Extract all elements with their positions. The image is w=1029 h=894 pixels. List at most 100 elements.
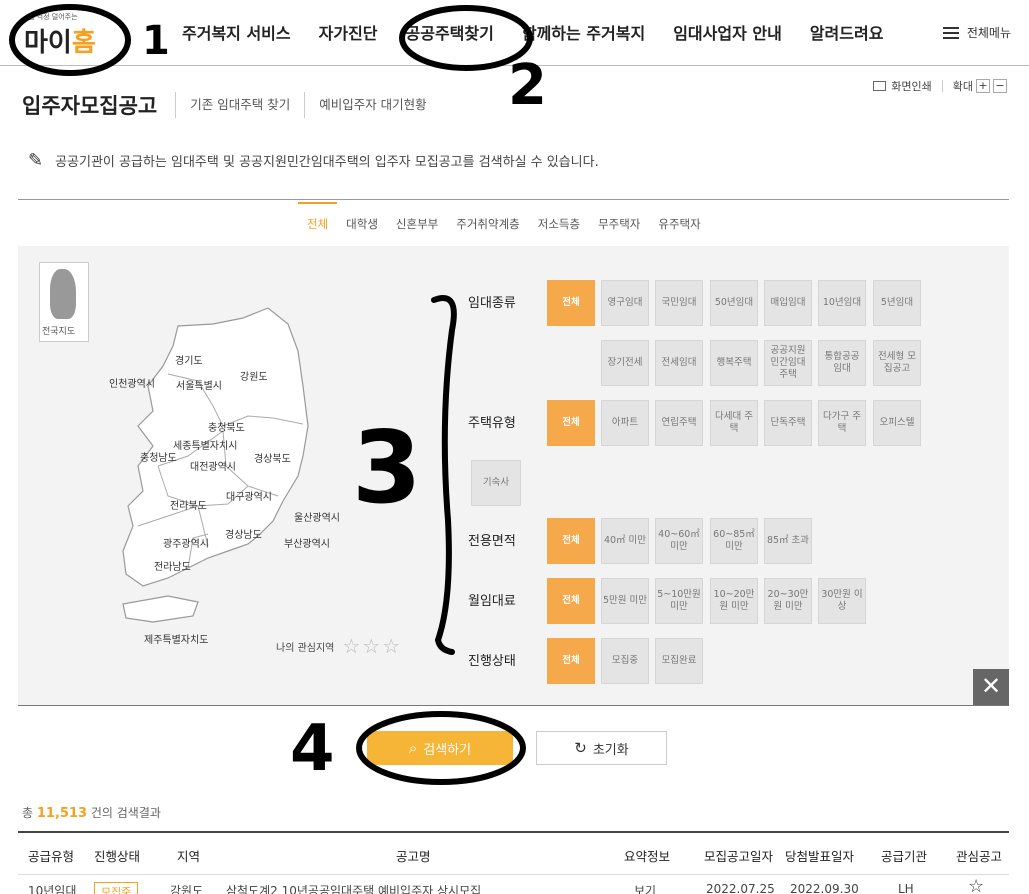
region-busan[interactable]: 부산광역시 bbox=[284, 535, 330, 550]
main-nav: 주거복지 서비스 자가진단 공공주택찾기 함께하는 주거복지 임대사업자 안내 … bbox=[182, 20, 911, 44]
page-tools: 화면인쇄 확대 + − bbox=[873, 78, 1007, 94]
nav-self-diagnosis[interactable]: 자가진단 bbox=[319, 20, 378, 44]
status-option[interactable]: 모집중 bbox=[601, 638, 649, 684]
tab-newlywed[interactable]: 신혼부부 bbox=[387, 210, 447, 238]
area-option[interactable]: 60~85㎡ 미만 bbox=[710, 518, 758, 564]
star-icon[interactable]: ☆ bbox=[342, 634, 360, 658]
print-button[interactable]: 화면인쇄 bbox=[891, 78, 931, 94]
region-seoul[interactable]: 서울특별시 bbox=[176, 377, 222, 392]
sublink-waiting-status[interactable]: 예비입주자 대기현황 bbox=[304, 92, 440, 118]
region-gangwon[interactable]: 강원도 bbox=[240, 368, 268, 383]
rental-type-option[interactable]: 전세형 모집공고 bbox=[873, 340, 921, 386]
status-option[interactable]: 모집완료 bbox=[655, 638, 703, 684]
rental-type-option[interactable]: 공공지원 민간임대 주택 bbox=[764, 340, 812, 386]
rental-type-option[interactable]: 5년임대 bbox=[873, 280, 921, 326]
zoom-out-button[interactable]: − bbox=[993, 79, 1007, 93]
close-filter-button[interactable]: ✕ bbox=[973, 669, 1009, 705]
area-option[interactable]: 85㎡ 초과 bbox=[764, 518, 812, 564]
region-ulsan[interactable]: 울산광역시 bbox=[294, 509, 340, 524]
tab-all[interactable]: 전체 bbox=[298, 202, 338, 238]
divider bbox=[18, 199, 1009, 200]
cell-title-link[interactable]: 삼척도계2 10년공공임대주택 예비입주자 상시모집 bbox=[226, 882, 481, 894]
count-suffix: 건의 검색결과 bbox=[90, 806, 161, 820]
my-region-label: 나의 관심지역 bbox=[276, 642, 335, 654]
nav-welfare-service[interactable]: 주거복지 서비스 bbox=[182, 20, 291, 44]
tab-low-income[interactable]: 저소득층 bbox=[529, 210, 589, 238]
reset-button-label: 초기화 bbox=[592, 741, 629, 757]
tab-student[interactable]: 대학생 bbox=[337, 210, 387, 238]
rental-type-option[interactable]: 장기전세 bbox=[601, 340, 649, 386]
rent-option[interactable]: 5만원 미만 bbox=[601, 578, 649, 624]
col-supply-type: 공급유형 bbox=[28, 849, 75, 864]
housing-type-option[interactable]: 다가구 주택 bbox=[818, 400, 866, 446]
table-row[interactable]: 10년임대 모집중 강원도 삼척도계2 10년공공임대주택 예비입주자 상시모집… bbox=[18, 876, 1009, 894]
rental-type-option[interactable]: 50년임대 bbox=[710, 280, 758, 326]
region-gyeonggi[interactable]: 경기도 bbox=[175, 352, 203, 367]
logo-name-b: 홈 bbox=[71, 28, 96, 58]
housing-type-option[interactable]: 기숙사 bbox=[471, 460, 521, 506]
favorite-star-icon[interactable]: ☆ bbox=[968, 876, 984, 894]
filter-label-rental-type: 임대종류 bbox=[468, 296, 516, 311]
region-map-panel: 전국지도 경기도 인천광역시 서울특별시 강원도 충청북도 세종특별자치시 충청… bbox=[18, 246, 433, 705]
star-icon[interactable]: ☆ bbox=[362, 634, 380, 658]
search-button-label: 검색하기 bbox=[423, 741, 472, 757]
nav-landlord-guide[interactable]: 임대사업자 안내 bbox=[673, 20, 782, 44]
status-option[interactable]: 전체 bbox=[547, 638, 595, 684]
rental-type-option[interactable]: 행복주택 bbox=[710, 340, 758, 386]
housing-type-option[interactable]: 아파트 bbox=[601, 400, 649, 446]
housing-type-option[interactable]: 오피스텔 bbox=[873, 400, 921, 446]
housing-type-option[interactable]: 단독주택 bbox=[764, 400, 812, 446]
tab-homeless[interactable]: 무주택자 bbox=[589, 210, 649, 238]
search-button[interactable]: ⌕ 검색하기 bbox=[367, 731, 513, 765]
star-icon[interactable]: ☆ bbox=[382, 634, 400, 658]
rent-option[interactable]: 10~20만원 미만 bbox=[710, 578, 758, 624]
area-option[interactable]: 40㎡ 미만 bbox=[601, 518, 649, 564]
rental-type-option[interactable]: 전세임대 bbox=[655, 340, 703, 386]
area-option[interactable]: 40~60㎡ 미만 bbox=[655, 518, 703, 564]
housing-type-option[interactable]: 전체 bbox=[547, 400, 595, 446]
rental-type-option[interactable]: 매입임대 bbox=[764, 280, 812, 326]
zoom-in-button[interactable]: + bbox=[976, 79, 990, 93]
nav-public-housing[interactable]: 공공주택찾기 bbox=[406, 20, 494, 44]
housing-type-option[interactable]: 연립주택 bbox=[655, 400, 703, 446]
region-incheon[interactable]: 인천광역시 bbox=[109, 375, 155, 390]
region-sejong[interactable]: 세종특별자치시 bbox=[173, 437, 237, 452]
region-jeonbuk[interactable]: 전라북도 bbox=[170, 497, 207, 512]
nav-together-welfare[interactable]: 함께하는 주거복지 bbox=[522, 20, 645, 44]
cell-winner-date: 2022.09.30 bbox=[790, 882, 859, 894]
rental-type-option[interactable]: 전체 bbox=[547, 280, 595, 326]
rental-type-option[interactable]: 통합공공 임대 bbox=[818, 340, 866, 386]
housing-type-option[interactable]: 다세대 주택 bbox=[710, 400, 758, 446]
region-daejeon[interactable]: 대전광역시 bbox=[190, 458, 236, 473]
all-menu-button[interactable]: 전체메뉴 bbox=[942, 24, 1011, 41]
tab-homeowner[interactable]: 유주택자 bbox=[649, 210, 709, 238]
summary-link[interactable]: 보기 bbox=[634, 882, 656, 894]
region-jeonnam[interactable]: 전라남도 bbox=[154, 558, 191, 573]
reset-button[interactable]: ↻ 초기화 bbox=[536, 731, 667, 765]
region-gyeongbuk[interactable]: 경상북도 bbox=[254, 450, 291, 465]
rental-type-option[interactable]: 영구임대 bbox=[601, 280, 649, 326]
rent-option[interactable]: 30만원 이상 bbox=[818, 578, 866, 624]
area-option[interactable]: 전체 bbox=[547, 518, 595, 564]
nav-notice[interactable]: 알려드려요 bbox=[810, 20, 884, 44]
rent-option[interactable]: 5~10만원 미만 bbox=[655, 578, 703, 624]
region-daegu[interactable]: 대구광역시 bbox=[226, 488, 272, 503]
nationwide-map-button[interactable]: 전국지도 bbox=[39, 262, 89, 342]
region-chungnam[interactable]: 충청남도 bbox=[140, 449, 177, 464]
region-jeju[interactable]: 제주특별자치도 bbox=[144, 631, 208, 646]
nationwide-map-label: 전국지도 bbox=[42, 327, 76, 337]
rent-option[interactable]: 20~30만원 미만 bbox=[764, 578, 812, 624]
rental-type-option[interactable]: 10년임대 bbox=[818, 280, 866, 326]
region-chungbuk[interactable]: 충청북도 bbox=[208, 419, 245, 434]
region-gyeongnam[interactable]: 경상남도 bbox=[225, 526, 262, 541]
col-region: 지역 bbox=[177, 849, 201, 864]
logo-name-a: 마이 bbox=[24, 28, 72, 58]
tab-vulnerable[interactable]: 주거취약계층 bbox=[447, 210, 528, 238]
korea-map[interactable] bbox=[98, 306, 358, 646]
rental-type-option[interactable]: 국민임대 bbox=[655, 280, 703, 326]
myhome-logo[interactable]: 집 걱정 덜어주는 마이홈 bbox=[18, 6, 128, 66]
ink-number: 4 bbox=[290, 712, 335, 786]
region-gwangju[interactable]: 광주광역시 bbox=[163, 535, 209, 550]
rent-option[interactable]: 전체 bbox=[547, 578, 595, 624]
sublink-existing-rental[interactable]: 기존 임대주택 찾기 bbox=[175, 92, 304, 118]
